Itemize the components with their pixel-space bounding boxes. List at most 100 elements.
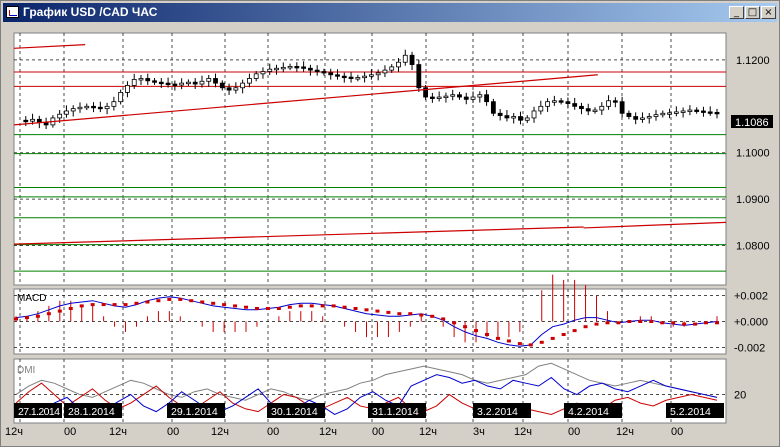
signal-point [35, 314, 40, 318]
time-label: 12ч [616, 426, 634, 438]
candle-body [640, 117, 645, 120]
candle-body [626, 112, 632, 117]
time-label: 00 [568, 426, 580, 438]
signal-point [386, 310, 391, 314]
signal-point [156, 299, 161, 303]
signal-point [715, 321, 719, 325]
candle-body [131, 79, 137, 86]
price-tick: 1.1000 [736, 148, 770, 160]
close-button[interactable]: × [761, 6, 776, 19]
signal-point [561, 333, 566, 336]
maximize-button[interactable]: □ [745, 6, 760, 19]
candle-body [599, 105, 605, 111]
signal-point [704, 321, 709, 325]
candle-body [77, 106, 83, 110]
price-tick: 1.0900 [736, 194, 770, 206]
signal-point [693, 322, 698, 326]
signal-point [14, 317, 18, 321]
date-label: 27.1.2014 [14, 403, 62, 418]
candle-body [470, 96, 476, 100]
date-label: 29.1.2014 [167, 403, 225, 418]
candle-body [199, 80, 205, 85]
candle-body [104, 105, 110, 110]
candle-body [111, 101, 117, 107]
candle-body [172, 83, 178, 86]
signal-point [528, 343, 533, 347]
signal-point [57, 309, 62, 313]
candle [416, 59, 422, 92]
time-label: 3ч [473, 426, 485, 438]
macd-tick: +0.000 [734, 317, 768, 329]
signal-point [594, 322, 599, 326]
signal-point [46, 312, 51, 316]
candle-body [457, 94, 462, 98]
candle-body [653, 114, 659, 117]
signal-point [287, 305, 292, 309]
candle-body [707, 111, 713, 114]
signal-point [167, 297, 172, 301]
candle-body [382, 69, 388, 74]
candle-body [213, 78, 218, 84]
signal-point [68, 307, 73, 310]
signal-point [649, 320, 654, 323]
candle-body [524, 117, 530, 121]
candle [490, 98, 496, 117]
signal-point [484, 333, 489, 336]
signal-point [331, 304, 336, 308]
candle-body [165, 82, 171, 86]
signal-point [101, 303, 106, 307]
candle-body [23, 119, 29, 123]
title-bar[interactable]: График USD /CAD ЧАС _ □ × [3, 3, 777, 22]
candle-body [328, 72, 334, 76]
signal-point [550, 336, 555, 340]
signal-point [397, 312, 402, 316]
signal-point [638, 320, 643, 323]
candle-body [646, 116, 652, 119]
signal-point [572, 329, 577, 333]
signal-point [463, 325, 468, 329]
signal-point [682, 322, 687, 326]
candle-body [64, 110, 69, 115]
price-panel [13, 32, 727, 286]
signal-point [627, 320, 632, 323]
candle-body [687, 109, 693, 112]
date-label-text: 30.1.2014 [271, 406, 318, 418]
signal-point [112, 303, 117, 307]
signal-point [233, 304, 238, 308]
candle-body [301, 66, 307, 69]
signal-point [342, 305, 347, 309]
signal-point [616, 321, 621, 325]
candle-body [714, 111, 720, 115]
signal-point [244, 305, 249, 309]
candle-body [219, 82, 225, 89]
macd-label: MACD [17, 293, 46, 304]
signal-point [123, 303, 128, 307]
price-tick: 1.0800 [736, 241, 770, 253]
candle-body [565, 101, 571, 104]
price-tick: 1.1200 [736, 55, 770, 67]
candle-body [368, 74, 374, 77]
window-title: График USD /CAD ЧАС [23, 5, 158, 19]
candle-body [206, 78, 212, 82]
current-price-label: 1.1086 [735, 117, 769, 129]
candle-body [606, 100, 611, 107]
time-label: 00 [167, 426, 179, 438]
candle-body [538, 105, 544, 112]
candle-body [260, 71, 266, 75]
candle-body [321, 71, 327, 74]
minimize-button[interactable]: _ [729, 6, 744, 19]
candle-body [443, 95, 449, 99]
time-label: 00 [372, 426, 384, 438]
candle-body [355, 77, 361, 80]
date-labels: 27.1.2014 28.1.2014 29.1.2014 30.1.2014 31.1… [14, 403, 724, 418]
candle-body [226, 87, 232, 91]
date-label-text: 31.1.2014 [372, 406, 419, 418]
candle-body [348, 76, 354, 79]
time-labels: 12ч 00 12ч 00 12ч 00 12ч 00 12ч 3ч 12ч 00 12ч 00 [5, 426, 683, 438]
candle-body [97, 106, 103, 110]
candle-body [396, 61, 401, 68]
signal-point [364, 308, 369, 312]
candle-body [152, 80, 157, 83]
dmi-tick: 20 [734, 390, 746, 402]
candle-body [362, 75, 368, 79]
